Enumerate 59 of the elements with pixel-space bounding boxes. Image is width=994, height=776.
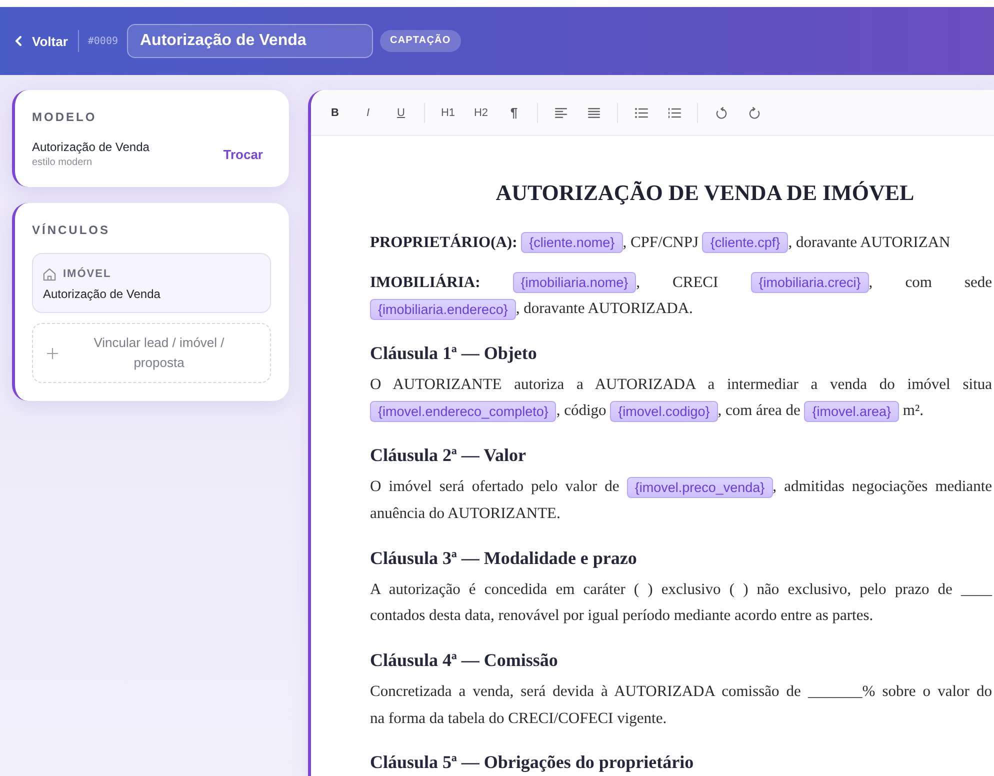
title-field[interactable]: Autorização de Venda [127, 24, 373, 58]
party-label: IMOBILIÁRIA: [370, 274, 482, 290]
paragraph-text: , com sede [868, 274, 992, 290]
variable-tag: {imovel.preco_venda} [626, 477, 773, 498]
paragraph-text: , doravante AUTORIZAN [788, 234, 950, 250]
paragraph-text: , código [556, 402, 608, 420]
paragraph-text: anuência do AUTORIZANTE. [370, 504, 560, 522]
section-heading: VÍNCULOS [32, 222, 112, 238]
paragraph-text: m². [902, 402, 924, 420]
plus-icon [47, 348, 58, 358]
paragraph-text: , com área de [718, 402, 802, 420]
document-number: #0009 [88, 36, 118, 46]
paragraph-text: , admitidas negociações mediante [772, 478, 992, 496]
paragraph-text: , doravante AUTORIZADA. [516, 300, 693, 317]
linked-item[interactable]: IMÓVEL Autorização de Venda [32, 253, 271, 313]
clause-heading: Cláusula 1ª — Objeto [370, 342, 538, 365]
back-button[interactable]: Voltar [15, 34, 68, 48]
variable-tag: {imovel.area} [804, 401, 900, 422]
paragraph-text: O imóvel será ofertado pelo valor de [370, 478, 620, 496]
chevron-left-icon [15, 36, 22, 46]
numbered-list-icon [668, 108, 680, 118]
justify-icon [588, 108, 600, 118]
heading-button[interactable]: H2 [467, 98, 495, 126]
party-label: PROPRIETÁRIO(A): [370, 234, 518, 250]
bullet-list-icon [634, 108, 648, 118]
italic-button[interactable]: I [354, 98, 382, 126]
heading-button[interactable]: H1 [434, 98, 462, 126]
paragraph-text: O AUTORIZANTE autoriza a AUTORIZADA a intermediar a venda do imóvel situa [370, 376, 992, 393]
variable-tag: {cliente.nome} [521, 232, 623, 254]
paragraph-text: A autorização é concedida em caráter ( ) exclusivo ( ) não exclusivo, pelo prazo de ____ contados desta data, renovável por igual período mediante acordo entre as partes. [370, 580, 992, 626]
variable-tag: {imobiliaria.nome} [512, 272, 636, 294]
align-left-icon [555, 108, 567, 118]
variable-tag: {imovel.codigo} [610, 401, 718, 422]
clause-heading: Cláusula 2ª — Valor [370, 444, 527, 468]
paragraph-button[interactable]: ¶ [500, 98, 528, 126]
change-template-button[interactable]: Trocar [223, 147, 263, 162]
variable-tag: {imovel.endereco_completo} [370, 401, 556, 422]
variable-tag: {imobiliaria.endereco} [370, 298, 516, 320]
underline-button[interactable]: U [387, 98, 415, 126]
linked-item-title: Autorização de Venda [43, 287, 162, 302]
variable-tag: {cliente.cpf} [702, 232, 788, 254]
link-type-label: IMÓVEL [63, 268, 112, 280]
template-style: estilo modern [32, 156, 94, 169]
house-icon [43, 268, 56, 280]
paragraph-text: , CRECI [636, 274, 720, 290]
clause-heading: Cláusula 4ª — Comissão [370, 649, 559, 672]
add-link-button[interactable]: Vincular lead / imóvel / proposta [32, 323, 271, 383]
template-name: Autorização de Venda [32, 140, 150, 155]
redo-icon [748, 106, 760, 118]
clause-heading: Cláusula 3ª — Modalidade e prazo [370, 546, 638, 570]
paragraph-text: , CPF/CNPJ [622, 234, 700, 250]
paragraph-text: Concretizada a venda, será devida à AUTORIZADA comissão de _______% sobre o valor do na forma da tabela do CRECI/COFECI vigente. [370, 682, 992, 729]
document-title: AUTORIZAÇÃO DE VENDA DE IMÓVEL [496, 179, 914, 207]
clause-heading: Cláusula 5ª — Obrigações do proprietário [370, 751, 695, 774]
category-badge: CAPTAÇÃO [380, 30, 461, 52]
section-heading: MODELO [32, 109, 98, 125]
bold-button[interactable]: B [321, 98, 349, 126]
variable-tag: {imobiliaria.creci} [750, 272, 869, 294]
undo-icon [716, 106, 726, 118]
